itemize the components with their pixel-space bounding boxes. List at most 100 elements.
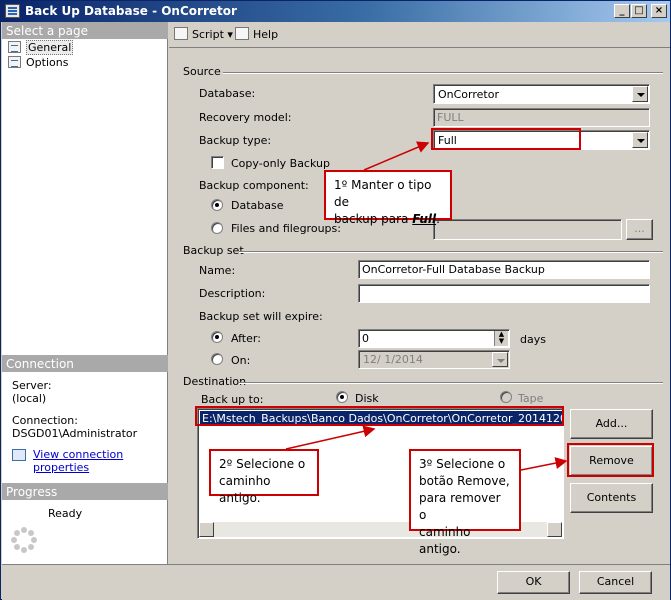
backup-type-label: Backup type: <box>199 134 272 147</box>
after-label: After: <box>231 332 261 345</box>
progress-header: Progress <box>2 483 168 500</box>
disk-radio[interactable] <box>336 391 348 403</box>
help-button[interactable]: Help <box>235 27 278 41</box>
files-filegroups-field <box>433 219 622 240</box>
copy-only-checkbox[interactable] <box>211 156 224 169</box>
expire-on-radio[interactable] <box>211 353 223 365</box>
note3-line1: 3º Selecione o <box>419 457 506 471</box>
expire-on-value: 12/ 1/2014 <box>363 353 423 366</box>
page-icon <box>8 41 21 53</box>
maximize-button[interactable]: □ <box>631 4 647 18</box>
left-panel: Select a page General Options Connection… <box>2 22 168 564</box>
close-button[interactable]: × <box>651 4 667 18</box>
component-database-radio[interactable] <box>211 199 223 211</box>
note3-line3: para remover o <box>419 491 501 522</box>
backup-component-label: Backup component: <box>199 179 309 192</box>
select-page-header: Select a page <box>2 22 168 39</box>
name-input[interactable]: OnCorretor-Full Database Backup <box>358 260 650 279</box>
destination-divider <box>239 382 663 384</box>
backup-set-group-label: Backup set <box>183 244 244 257</box>
back-up-to-label: Back up to: <box>201 393 264 406</box>
note1-line1: 1º Manter o tipo de <box>334 178 432 209</box>
view-connection-properties-link[interactable]: View connection properties <box>33 448 167 474</box>
progress-spinner-icon <box>11 527 37 553</box>
tape-radio[interactable] <box>500 391 512 403</box>
disk-label: Disk <box>355 392 379 405</box>
annotation-note-3: 3º Selecione o botão Remove, para remove… <box>409 449 521 556</box>
annotation-note-1: 1º Manter o tipo de backup para Full. <box>324 170 452 226</box>
tape-label: Tape <box>518 392 544 405</box>
database-select[interactable]: OnCorretor <box>433 84 650 104</box>
expire-label: Backup set will expire: <box>199 310 323 323</box>
help-icon <box>235 27 249 40</box>
ok-button[interactable]: OK <box>497 571 570 594</box>
server-value: (local) <box>12 392 47 405</box>
backup-type-select[interactable]: Full <box>433 130 650 150</box>
database-label: Database: <box>199 87 256 100</box>
backup-set-divider <box>239 251 663 253</box>
expire-after-radio[interactable] <box>211 331 223 343</box>
source-divider <box>223 72 663 74</box>
add-button[interactable]: Add... <box>570 409 653 439</box>
annotation-note-2: 2º Selecione o caminho antigo. <box>209 449 319 505</box>
backup-type-value: Full <box>438 134 457 147</box>
note2-line2: caminho antigo. <box>219 474 271 505</box>
component-database-label: Database <box>231 199 284 212</box>
expire-on-date: 12/ 1/2014 <box>358 350 510 369</box>
note1-line2: backup para Full. <box>334 212 440 226</box>
page-icon <box>8 56 21 68</box>
backup-dialog: Back Up Database - OnCorretor _ □ × Sele… <box>0 0 671 600</box>
source-group-label: Source <box>183 65 221 78</box>
destination-group-label: Destination <box>183 375 247 388</box>
after-days-value: 0 <box>362 332 369 345</box>
files-browse-button[interactable]: ... <box>626 219 653 240</box>
list-item[interactable]: E:\Mstech_Backups\Banco Dados\OnCorretor… <box>200 411 563 426</box>
spinner-arrows-icon[interactable]: ▲ ▼ <box>494 331 508 346</box>
on-label: On: <box>231 354 251 367</box>
note2-line1: 2º Selecione o <box>219 457 306 471</box>
page-options[interactable]: Options <box>8 56 68 71</box>
note3-line4: caminho antigo. <box>419 525 471 556</box>
name-label: Name: <box>199 264 236 277</box>
connection-label: Connection: <box>12 414 78 427</box>
note3-line2: botão Remove, <box>419 474 510 488</box>
recovery-model-field: FULL <box>433 108 650 127</box>
page-general-label: General <box>26 40 74 55</box>
window-title: Back Up Database - OnCorretor <box>25 4 237 18</box>
minimize-button[interactable]: _ <box>614 4 630 18</box>
toolbar-divider <box>169 47 670 48</box>
toolbar: Script ▾ Help <box>169 22 670 48</box>
cancel-button[interactable]: Cancel <box>579 571 652 594</box>
copy-only-label: Copy-only Backup <box>231 157 330 170</box>
script-icon <box>174 27 188 40</box>
recovery-model-label: Recovery model: <box>199 111 292 124</box>
note1-line2-text: backup para <box>334 212 413 226</box>
dialog-footer: OK Cancel <box>2 564 670 600</box>
connection-value: DSGD01\Administrator <box>12 427 138 440</box>
component-files-label: Files and filegroups: <box>231 222 341 235</box>
app-icon <box>5 4 20 18</box>
scroll-left-icon[interactable] <box>199 522 214 537</box>
chevron-down-icon[interactable] <box>632 132 648 148</box>
component-files-radio[interactable] <box>211 222 223 234</box>
server-label: Server: <box>12 379 52 392</box>
chevron-down-icon[interactable] <box>632 86 648 102</box>
page-options-label: Options <box>26 56 69 69</box>
help-label: Help <box>253 28 279 41</box>
script-label: Script <box>192 28 224 41</box>
page-general[interactable]: General <box>8 40 74 56</box>
script-button[interactable]: Script ▾ <box>174 27 233 41</box>
connection-header: Connection <box>2 355 168 372</box>
chevron-down-icon <box>492 352 508 367</box>
days-label: days <box>520 333 546 346</box>
note1-emphasis: Full <box>412 212 437 226</box>
connection-properties-icon <box>12 449 26 461</box>
chevron-down-icon: ▾ <box>227 28 233 41</box>
description-input[interactable] <box>358 284 650 303</box>
description-label: Description: <box>199 287 266 300</box>
title-bar: Back Up Database - OnCorretor _ □ × <box>1 1 670 22</box>
contents-button[interactable]: Contents <box>570 483 653 513</box>
after-days-input[interactable]: 0 ▲ ▼ <box>358 329 510 348</box>
scroll-right-icon[interactable] <box>547 522 562 537</box>
remove-button[interactable]: Remove <box>570 446 653 476</box>
